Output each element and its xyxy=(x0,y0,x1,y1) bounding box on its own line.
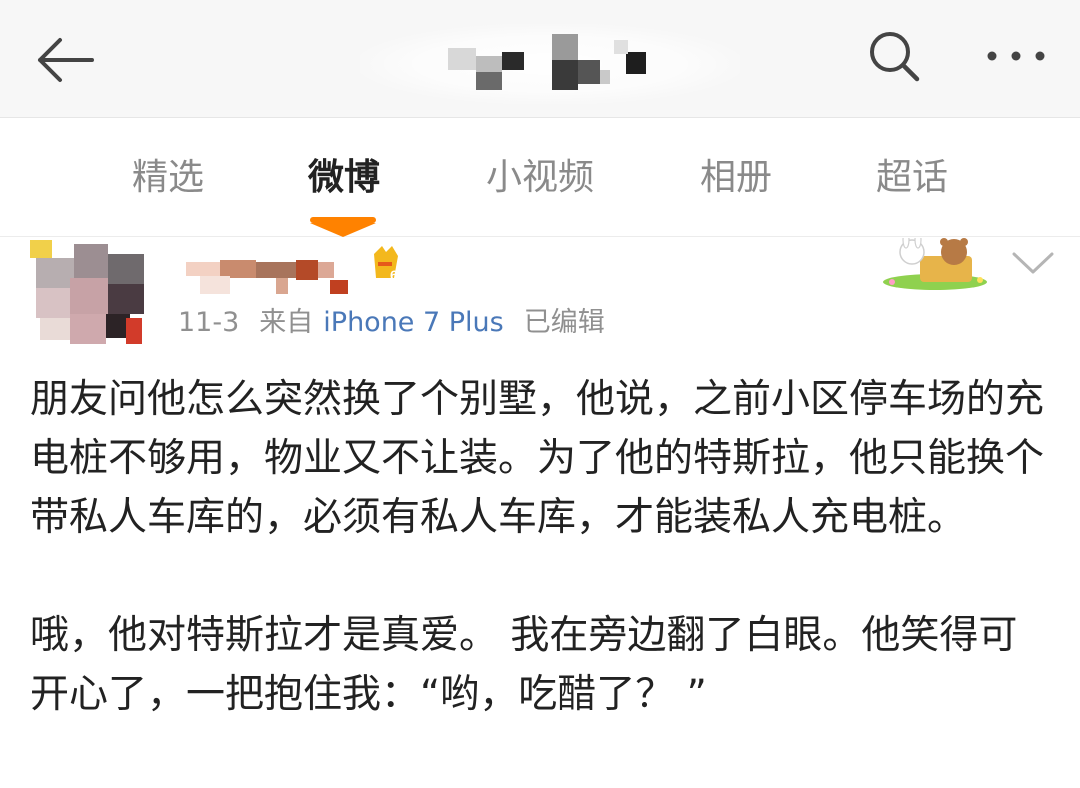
page-title-blurred xyxy=(360,24,740,104)
edited-label: 已编辑 xyxy=(523,307,605,338)
arrow-left-icon xyxy=(38,38,94,82)
post-meta: 11-3 来自 iPhone 7 Plus 已编辑 xyxy=(178,300,625,346)
top-bar xyxy=(0,0,1080,118)
post-menu-button[interactable] xyxy=(1008,246,1058,280)
avatar[interactable] xyxy=(30,240,150,352)
tab-short-video[interactable]: 小视频 xyxy=(470,153,610,213)
post-paragraph: 朋友问他怎么突然换了个别墅，他说，之前小区停车场的充电桩不够用，物业又不让装。为… xyxy=(30,377,1045,540)
search-icon xyxy=(870,32,920,82)
post-body: 朋友问他怎么突然换了个别墅，他说，之前小区停车场的充电桩不够用，物业又不让装。为… xyxy=(30,370,1050,724)
active-tab-indicator xyxy=(310,217,376,237)
post-date: 11-3 xyxy=(178,307,240,338)
more-button[interactable] xyxy=(978,36,1058,76)
tab-featured[interactable]: 精选 xyxy=(118,153,218,213)
tab-super-topic[interactable]: 超话 xyxy=(862,153,962,213)
crown-icon: 6 xyxy=(374,246,398,283)
decoration-sticker xyxy=(880,231,990,292)
tab-weibo[interactable]: 微博 xyxy=(294,153,394,213)
back-button[interactable] xyxy=(30,30,100,90)
username-blurred[interactable] xyxy=(180,256,400,296)
post-source-link[interactable]: iPhone 7 Plus xyxy=(323,307,503,338)
vip-level-badge: 6 xyxy=(368,244,402,284)
tab-album[interactable]: 相册 xyxy=(686,153,786,213)
post-paragraph: 哦，他对特斯拉才是真爱。 我在旁边翻了白眼。他笑得可开心了，一把抱住我：“哟，吃… xyxy=(30,613,1018,717)
profile-tabs: 精选 微博 小视频 相册 超话 xyxy=(0,119,1080,237)
vip-level-number: 6 xyxy=(390,267,398,283)
search-button[interactable] xyxy=(862,26,928,86)
chevron-down-icon xyxy=(1012,252,1054,274)
bunny-bear-sticker-icon xyxy=(883,231,987,290)
more-dots-icon xyxy=(987,51,1045,61)
source-prefix: 来自 xyxy=(259,307,314,338)
